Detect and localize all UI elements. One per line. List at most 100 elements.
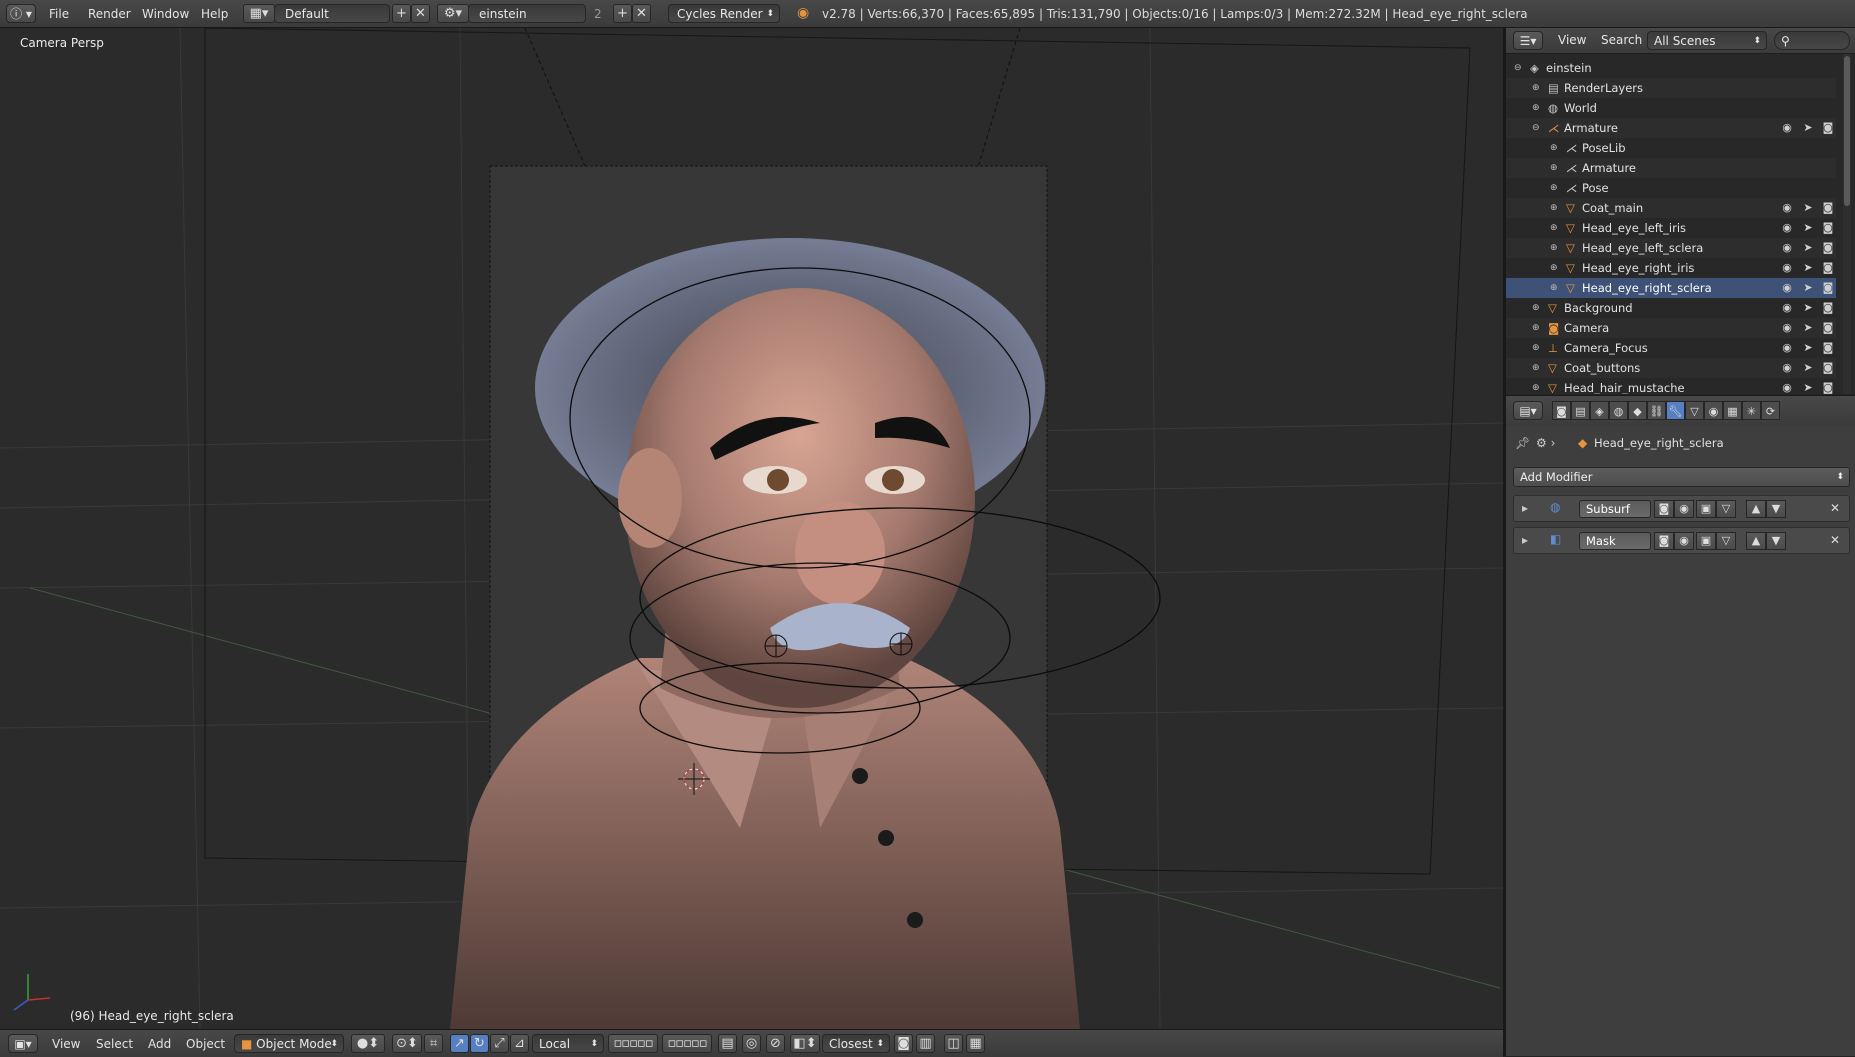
tab-object-icon[interactable]: ◆ [1628,401,1647,420]
render-icon[interactable]: ◙ [1821,258,1835,278]
proportional-edit-button[interactable]: ◎ [742,1034,761,1053]
outliner-row[interactable]: ⊕ ⋌ Armature [1506,158,1836,178]
editor-type-button[interactable]: ▤▾ [1513,401,1543,420]
scene-selector[interactable]: ⚙▾ [437,4,469,23]
outliner-row[interactable]: ⊕ ⋌ PoseLib [1506,138,1836,158]
outliner-scrollbar[interactable] [1843,54,1851,394]
opengl-anim-button[interactable]: ▥ [916,1034,935,1053]
expand-icon[interactable]: ⊕ [1550,178,1558,198]
expand-icon[interactable]: ⊕ [1532,78,1540,98]
outliner-row[interactable]: ⊖ ◈ einstein [1506,58,1836,78]
eye-icon[interactable]: ◉ [1780,278,1794,298]
expand-icon[interactable]: ⊕ [1550,198,1558,218]
expand-icon[interactable]: ⊕ [1550,278,1558,298]
add-modifier-dropdown[interactable]: Add Modifier ⬍ [1513,467,1850,487]
render-toggle[interactable]: ◙ [1654,532,1674,550]
cursor-select-icon[interactable]: ➤ [1801,298,1815,318]
cursor-select-icon[interactable]: ➤ [1801,238,1815,258]
render-icon[interactable]: ◙ [1821,218,1835,238]
cursor-select-icon[interactable]: ➤ [1801,278,1815,298]
render-icon[interactable]: ◙ [1821,358,1835,378]
expand-icon[interactable]: ⊕ [1532,378,1540,394]
cursor-select-icon[interactable]: ➤ [1801,338,1815,358]
screen-layout-selector[interactable]: ▦▾ [243,4,275,23]
delete-layout-button[interactable]: ✕ [411,4,430,23]
expand-icon[interactable]: ⊕ [1532,358,1540,378]
add-scene-button[interactable]: + [613,4,632,23]
menu-help[interactable]: Help [201,5,228,23]
outliner-row[interactable]: ⊕ ▽ Head_eye_left_sclera ◉ ➤ ◙ [1506,238,1836,258]
outliner-tree[interactable]: ⊖ ◈ einstein ⊕ ▤ RenderLayers ⊕ ◍ World ⊖ ⋌ Armatur… [1506,54,1855,394]
display-mode-dropdown[interactable]: All Scenes ⬍ [1647,31,1767,50]
menu-select[interactable]: Select [96,1035,133,1053]
outliner-row[interactable]: ⊕ ▤ RenderLayers [1506,78,1836,98]
tab-physics-icon[interactable]: ⟳ [1761,401,1780,420]
expand-triangle-icon[interactable]: ▸ [1522,501,1528,515]
menu-view[interactable]: View [52,1035,80,1053]
3d-viewport[interactable]: Camera Persp (96) Head_eye_right_sclera [0,28,1503,1029]
viewport-toggle[interactable]: ◉ [1674,532,1694,550]
tab-texture-icon[interactable]: ▦ [1723,401,1742,420]
cursor-select-icon[interactable]: ➤ [1801,258,1815,278]
menu-add[interactable]: Add [148,1035,171,1053]
eye-icon[interactable]: ◉ [1780,118,1794,138]
outliner-row[interactable]: ⊕ ⊥ Camera_Focus ◉ ➤ ◙ [1506,338,1836,358]
outliner-row[interactable]: ⊕ ▽ Head_eye_left_iris ◉ ➤ ◙ [1506,218,1836,238]
eye-icon[interactable]: ◉ [1780,258,1794,278]
tab-data-icon[interactable]: ▽ [1685,401,1704,420]
eye-icon[interactable]: ◉ [1780,198,1794,218]
outliner-row[interactable]: ⊕ ⋌ Pose [1506,178,1836,198]
render-icon[interactable]: ◙ [1821,278,1835,298]
expand-icon[interactable]: ⊕ [1550,238,1558,258]
menu-file[interactable]: File [49,5,69,23]
snap-toggle[interactable]: ⊘ [766,1034,785,1053]
eye-icon[interactable]: ◉ [1780,218,1794,238]
tab-world-icon[interactable]: ◍ [1609,401,1628,420]
modifier-name-field[interactable]: Subsurf [1579,500,1651,518]
transform-icon-button[interactable]: ⊿ [510,1034,529,1053]
move-down-button[interactable]: ▼ [1766,532,1786,550]
editmode-toggle[interactable]: ▣ [1696,500,1716,518]
render-icon[interactable]: ◙ [1821,238,1835,258]
expand-icon[interactable]: ⊕ [1532,318,1540,338]
menu-window[interactable]: Window [142,5,189,23]
render-icon[interactable]: ◙ [1821,378,1835,394]
render-engine-dropdown[interactable]: Cycles Render ⬍ [668,4,780,23]
outliner-row[interactable]: ⊖ ⋌ Armature ◉ ➤ ◙ [1506,118,1836,138]
outliner-row[interactable]: ⊕ ◍ World [1506,98,1836,118]
tab-scene-icon[interactable]: ◈ [1590,401,1609,420]
cursor-select-icon[interactable]: ➤ [1801,358,1815,378]
outliner-search-input[interactable]: ⚲ [1774,31,1850,50]
delete-scene-button[interactable]: ✕ [632,4,651,23]
lock-layers-button[interactable]: ▤ [718,1034,737,1053]
manipulator-toggle[interactable]: ⌗ [424,1034,443,1053]
outliner-row[interactable]: ⊕ ▽ Head_hair_mustache ◉ ➤ ◙ [1506,378,1836,394]
menu-view[interactable]: View [1558,31,1586,49]
render-icon[interactable]: ◙ [1821,338,1835,358]
viewport-toggle[interactable]: ◉ [1674,500,1694,518]
layer-buttons-b[interactable]: ▫▫▫▫▫ [662,1034,712,1053]
expand-icon[interactable]: ⊕ [1532,98,1540,118]
editor-type-button[interactable]: ☰▾ [1513,31,1543,50]
collapse-icon[interactable]: ⊖ [1532,118,1540,138]
render-icon[interactable]: ◙ [1821,198,1835,218]
layer-buttons-a[interactable]: ▫▫▫▫▫ [608,1034,658,1053]
render-toggle[interactable]: ◙ [1654,500,1674,518]
modifier-panel-mask[interactable]: ▸ ◧ Mask ◙ ◉ ▣ ▽ ▲ ▼ ✕ [1513,527,1850,554]
eye-icon[interactable]: ◉ [1780,358,1794,378]
eye-icon[interactable]: ◉ [1780,298,1794,318]
cursor-select-icon[interactable]: ➤ [1801,118,1815,138]
render-preview-button[interactable]: ▦ [966,1034,985,1053]
pivot-point-dropdown[interactable]: ⊙⬍ [392,1034,422,1053]
expand-icon[interactable]: ⊕ [1532,298,1540,318]
editmode-toggle[interactable]: ▣ [1696,532,1716,550]
translate-manipulator-button[interactable]: ↗ [450,1034,469,1053]
expand-icon[interactable]: ⊕ [1550,138,1558,158]
expand-icon[interactable]: ⊕ [1550,258,1558,278]
expand-icon[interactable]: ⊕ [1550,158,1558,178]
expand-triangle-icon[interactable]: ▸ [1522,533,1528,547]
editor-type-button[interactable]: ⓘ ▾ [6,4,36,23]
tab-material-icon[interactable]: ◉ [1704,401,1723,420]
menu-render[interactable]: Render [88,5,131,23]
modifier-panel-subsurf[interactable]: ▸ ◍ Subsurf ◙ ◉ ▣ ▽ ▲ ▼ ✕ [1513,495,1850,522]
